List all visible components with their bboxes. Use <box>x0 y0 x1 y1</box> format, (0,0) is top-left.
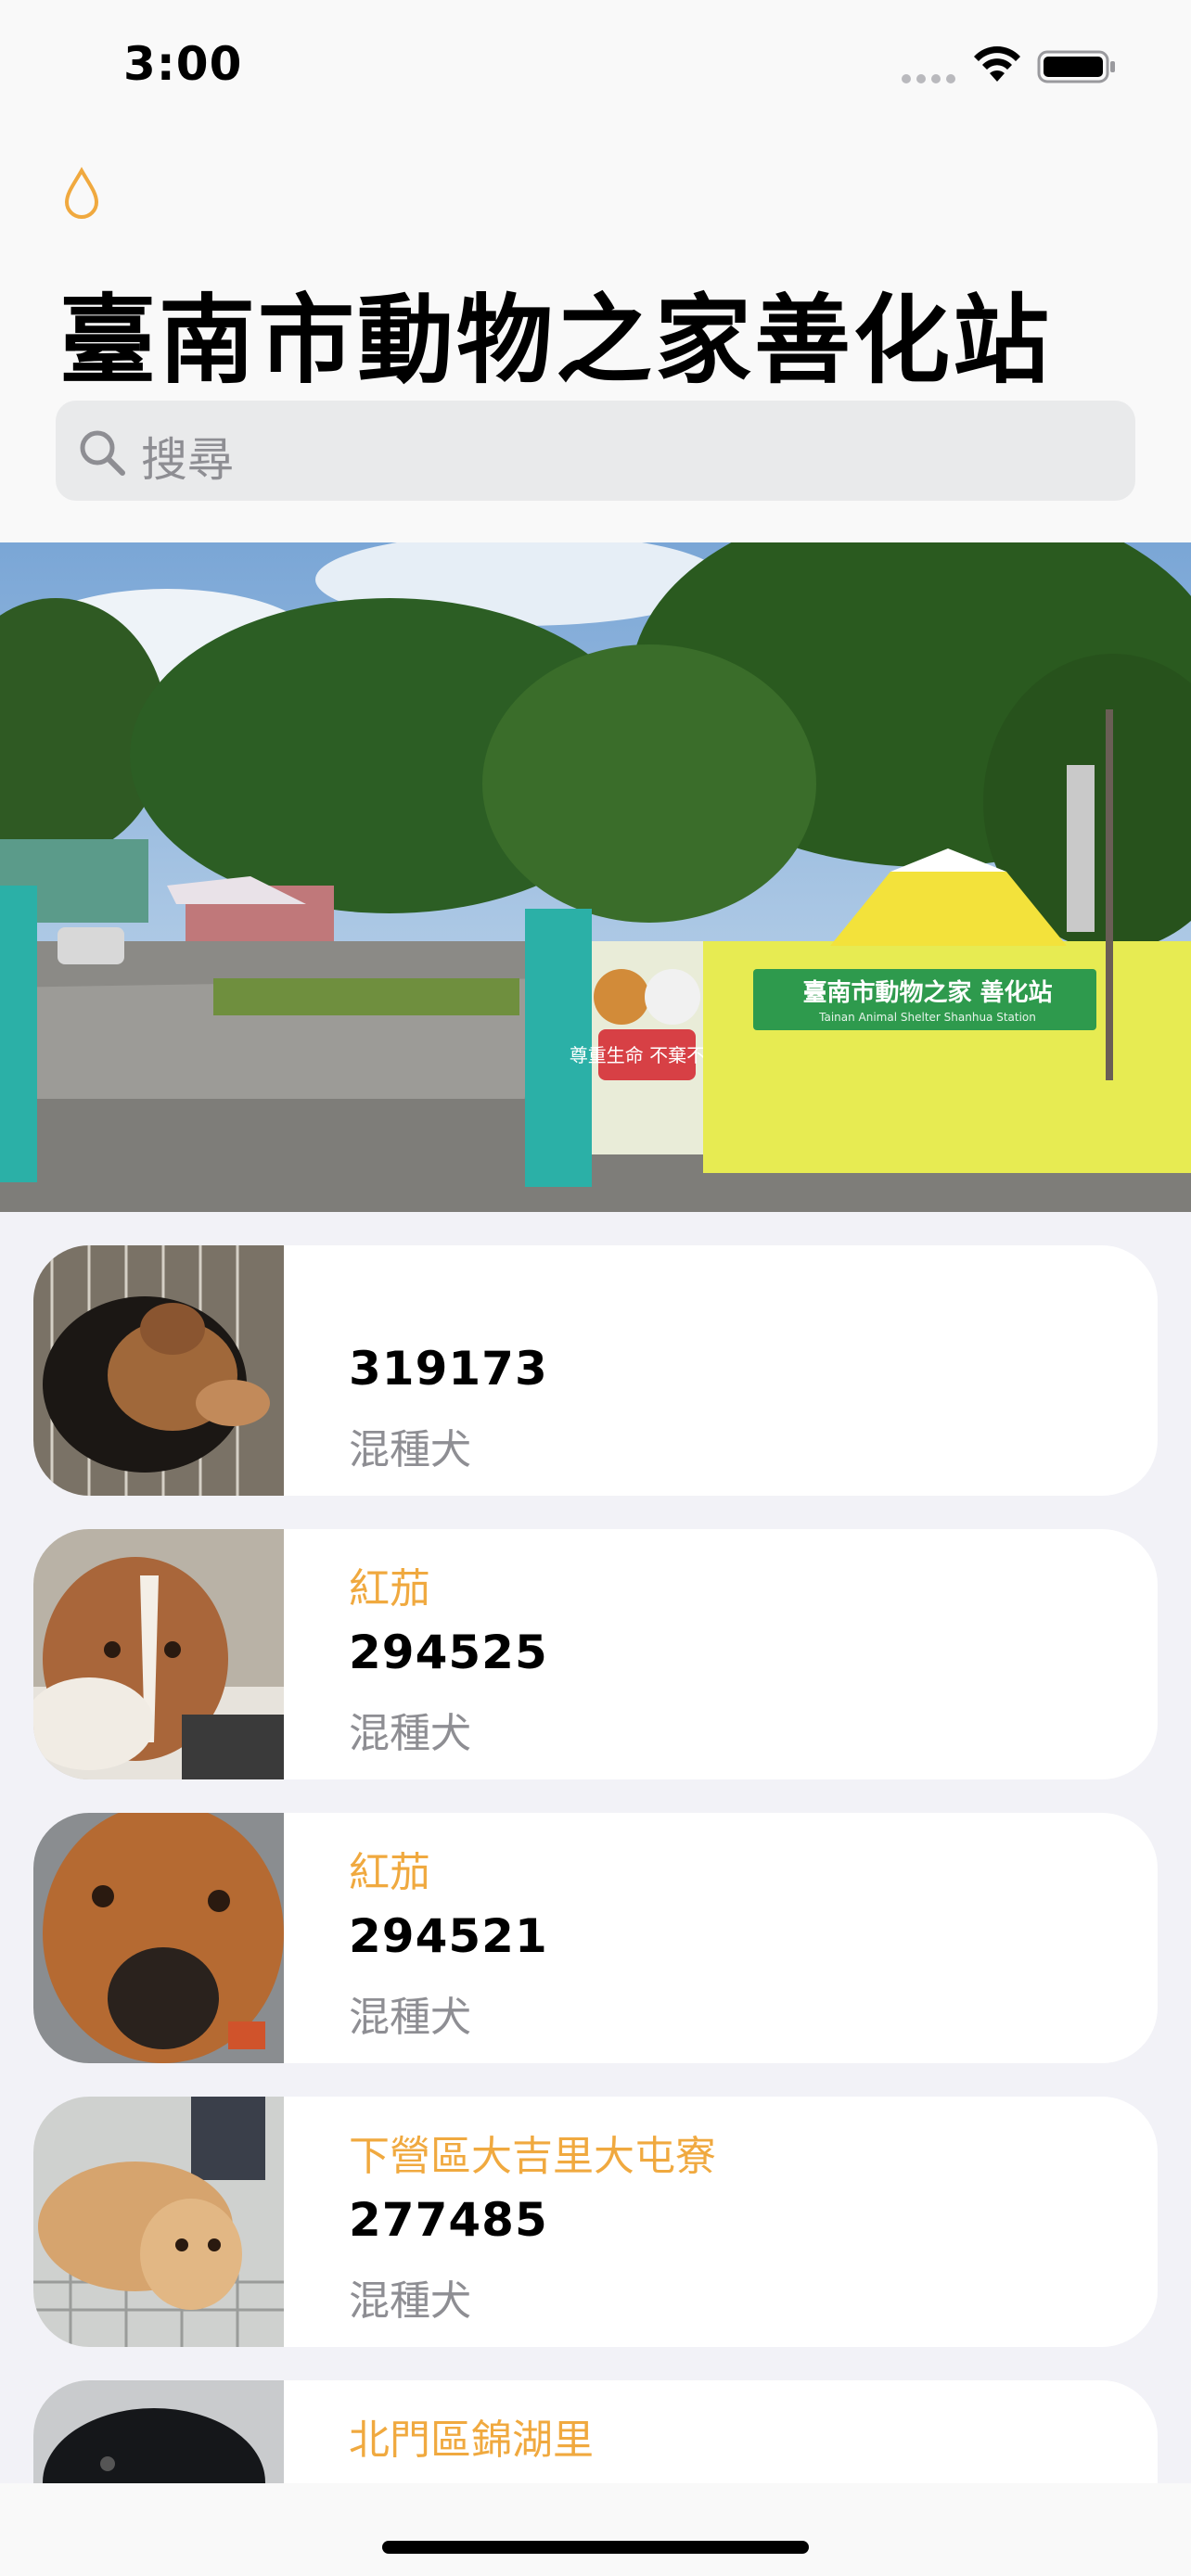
cellular-signal-icon <box>902 74 955 83</box>
shelter-sign-text: 臺南市動物之家 善化站 <box>802 978 1052 1007</box>
wifi-icon <box>974 46 1020 82</box>
animal-card[interactable]: 紅茄 294525 混種犬 <box>33 1529 1158 1779</box>
animal-location: 北門區錦湖里 <box>349 2417 594 2464</box>
status-time: 3:00 <box>123 37 243 91</box>
search-icon <box>80 430 125 476</box>
animal-card[interactable]: 紅茄 294521 混種犬 <box>33 1813 1158 2063</box>
animal-breed: 混種犬 <box>349 2277 471 2325</box>
animal-breed: 混種犬 <box>349 1710 471 1757</box>
home-indicator[interactable] <box>382 2541 809 2554</box>
shelter-hero-image: 尊重生命 不棄不養 臺南市動物之家 善化站 Tainan Animal Shel… <box>0 542 1191 1212</box>
drop-icon[interactable] <box>61 167 102 219</box>
animal-photo <box>33 1813 284 2063</box>
status-bar: 3:00 <box>0 0 1191 130</box>
animal-location: 紅茄 <box>349 1849 430 1896</box>
mural-text: 尊重生命 不棄不養 <box>570 1044 724 1066</box>
animal-location: 下營區大吉里大屯寮 <box>349 2133 716 2180</box>
animal-photo <box>33 2097 284 2347</box>
search-input[interactable]: 搜尋 <box>141 423 234 490</box>
animal-id: 319173 <box>349 1342 548 1396</box>
animal-id: 294525 <box>349 1626 548 1679</box>
animal-photo <box>33 2380 284 2483</box>
animal-photo <box>33 1529 284 1779</box>
battery-icon <box>1037 50 1115 83</box>
animal-photo <box>33 1245 284 1496</box>
shelter-sign-subtext: Tainan Animal Shelter Shanhua Station <box>818 1011 1036 1024</box>
bottom-safe-area <box>0 2483 1191 2576</box>
animal-id: 294521 <box>349 1909 548 1963</box>
animal-card[interactable]: 北門區錦湖里 <box>33 2380 1158 2483</box>
navigation-header: 臺南市動物之家善化站 搜尋 <box>0 130 1191 543</box>
animal-location: 紅茄 <box>349 1565 430 1613</box>
app-screen: 3:00 臺南市動物之家善化站 搜尋 尊重生命 不棄不養 臺南市動物之家 善化站… <box>0 0 1191 2576</box>
animal-card[interactable]: 319173 混種犬 <box>33 1245 1158 1496</box>
animal-breed: 混種犬 <box>349 1426 471 1473</box>
page-title: 臺南市動物之家善化站 <box>59 284 1053 397</box>
animal-card[interactable]: 下營區大吉里大屯寮 277485 混種犬 <box>33 2097 1158 2347</box>
animal-list: 319173 混種犬 紅茄 294525 混種犬 紅茄 294521 混種犬 下… <box>0 1212 1191 2483</box>
animal-breed: 混種犬 <box>349 1994 471 2041</box>
search-bar[interactable]: 搜尋 <box>56 401 1135 501</box>
animal-id: 277485 <box>349 2193 548 2247</box>
